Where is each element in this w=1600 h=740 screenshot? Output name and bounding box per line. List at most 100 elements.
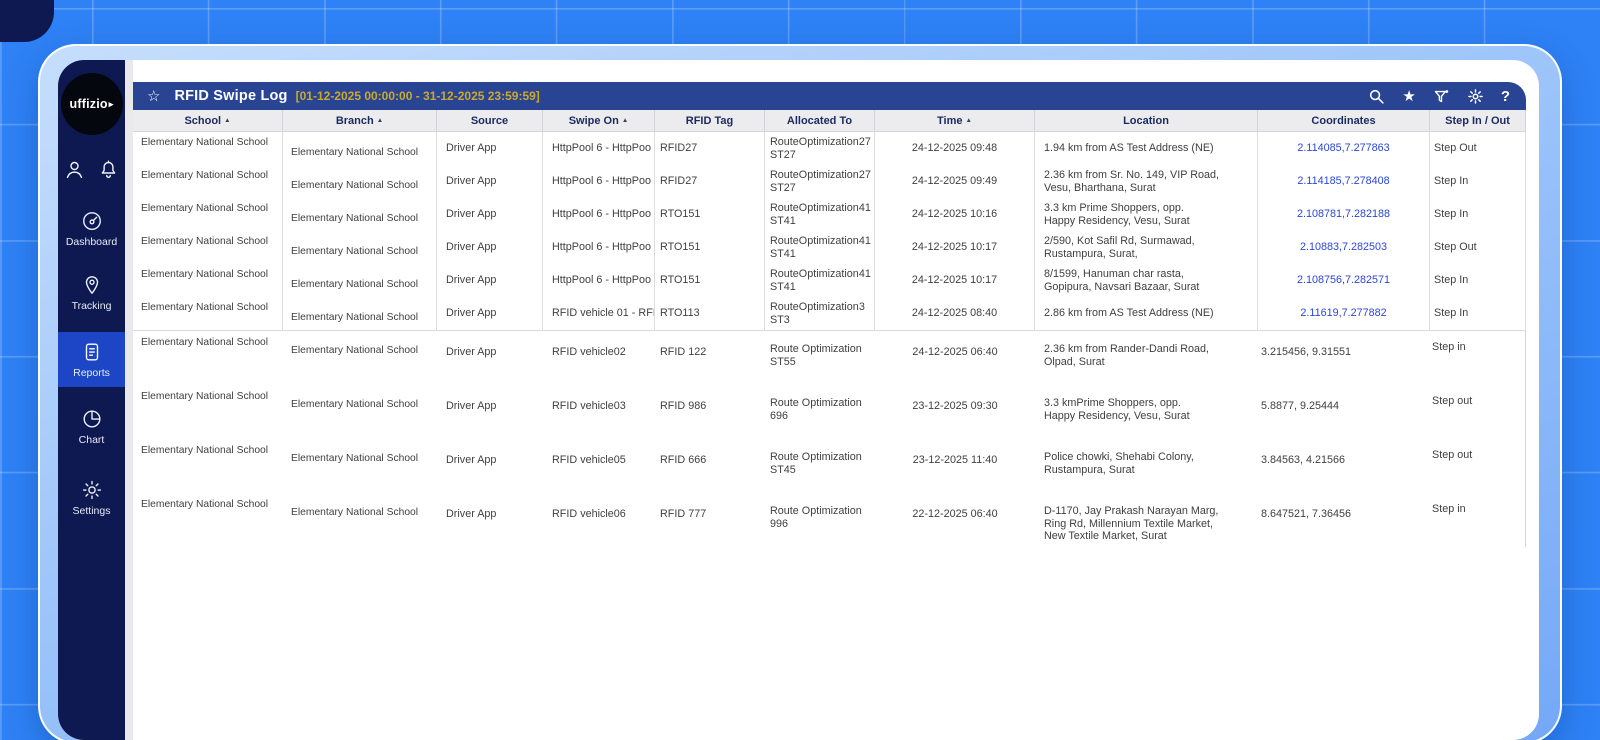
table-row: Elementary National School Elementary Na… bbox=[133, 264, 1526, 297]
cell-time: 24-12-2025 10:17 bbox=[875, 264, 1035, 297]
cell-step: Step out bbox=[1430, 439, 1526, 493]
sort-asc-icon: ▲ bbox=[376, 117, 384, 124]
cell-source: Driver App bbox=[437, 132, 543, 165]
app-header-bar: ☆ RFID Swipe Log [01-12-2025 00:00:00 - … bbox=[133, 82, 1526, 110]
cell-time: 23-12-2025 11:40 bbox=[912, 454, 998, 466]
cell-branch: Elementary National School bbox=[283, 264, 437, 297]
column-header-branch[interactable]: Branch ▲ bbox=[283, 110, 437, 131]
user-icon[interactable] bbox=[64, 159, 85, 180]
cell-location: Police chowki, Shehabi Colony, Rustampur… bbox=[1044, 451, 1194, 476]
bell-icon[interactable] bbox=[98, 159, 119, 180]
column-header-school[interactable]: School ▲ bbox=[133, 110, 283, 131]
settings-gear-icon bbox=[82, 480, 101, 500]
sidebar-item-tracking[interactable]: Tracking bbox=[58, 265, 125, 320]
cell-school: Elementary National School bbox=[133, 165, 283, 198]
sidebar-item-label: Dashboard bbox=[65, 236, 118, 248]
tracking-pin-icon bbox=[85, 276, 98, 294]
column-header-coordinates[interactable]: Coordinates bbox=[1258, 110, 1430, 131]
sort-asc-icon: ▲ bbox=[965, 117, 972, 124]
cell-location: 1.94 km from AS Test Address (NE) bbox=[1035, 132, 1258, 165]
column-header-rfid-tag[interactable]: RFID Tag bbox=[655, 110, 765, 131]
cell-swipe-on: RFID vehicle05 bbox=[552, 454, 626, 466]
table-row: Elementary National School Elementary Na… bbox=[133, 198, 1526, 231]
star-icon[interactable]: ★ bbox=[1402, 89, 1415, 104]
coordinates-link[interactable]: 2.108781,7.282188 bbox=[1297, 208, 1390, 221]
help-icon[interactable]: ? bbox=[1501, 89, 1510, 104]
cell-branch: Elementary National School bbox=[283, 198, 437, 231]
column-header-step-in-out[interactable]: Step In / Out bbox=[1430, 110, 1526, 131]
app-window-frame: uffizio ▸ Dashboard Tracking Reports Cha… bbox=[38, 44, 1562, 740]
cell-time: 24-12-2025 08:40 bbox=[875, 297, 1035, 330]
sort-asc-icon: ▲ bbox=[621, 117, 629, 124]
coordinates-link[interactable]: 2.10883,7.282503 bbox=[1300, 241, 1387, 254]
column-header-time[interactable]: Time ▲ bbox=[875, 110, 1035, 131]
coordinates-link[interactable]: 2.114185,7.278408 bbox=[1297, 175, 1389, 188]
coordinates-text: 5.8877, 9.25444 bbox=[1261, 400, 1340, 412]
date-range[interactable]: [01-12-2025 00:00:00 - 31-12-2025 23:59:… bbox=[296, 89, 540, 103]
table-header-row: School ▲ Branch ▲ Source Swipe On ▲ RFID Ta… bbox=[133, 110, 1526, 132]
cell-allocated-to: Route Optimization ST55 bbox=[770, 343, 862, 368]
background-window-corner bbox=[0, 0, 54, 42]
cell-allocated-to: RouteOptimization41 ST41 bbox=[765, 231, 875, 264]
table-row: Elementary National School Elementary Na… bbox=[133, 165, 1526, 198]
cell-school: Elementary National School bbox=[141, 391, 269, 402]
cell-school: Elementary National School bbox=[141, 445, 269, 456]
cell-rfid-tag: RFID27 bbox=[655, 165, 765, 198]
cell-swipe-on: HttpPool 6 - HttpPoo bbox=[543, 132, 655, 165]
vertical-scrollbar[interactable] bbox=[125, 60, 133, 740]
cell-allocated-to: RouteOptimization27 ST27 bbox=[765, 165, 875, 198]
app-window: uffizio ▸ Dashboard Tracking Reports Cha… bbox=[58, 60, 1539, 740]
cell-allocated-to: RouteOptimization3 ST3 bbox=[765, 297, 875, 330]
cell-school: Elementary National School bbox=[133, 132, 283, 165]
cell-swipe-on: RFID vehicle06 bbox=[552, 508, 626, 520]
column-header-allocated-to[interactable]: Allocated To bbox=[765, 110, 875, 131]
sidebar-nav: Dashboard Tracking Reports Chart Setting… bbox=[58, 192, 125, 525]
sidebar-item-dashboard[interactable]: Dashboard bbox=[58, 201, 125, 256]
column-header-location[interactable]: Location bbox=[1035, 110, 1258, 131]
cell-source: Driver App bbox=[446, 454, 497, 466]
column-header-swipe-on[interactable]: Swipe On ▲ bbox=[543, 110, 655, 131]
coordinates-link[interactable]: 2.11619,7.277882 bbox=[1300, 307, 1386, 320]
cell-step: Step In bbox=[1430, 198, 1526, 231]
cell-time: 24-12-2025 06:40 bbox=[912, 346, 998, 358]
cell-source: Driver App bbox=[446, 508, 497, 520]
cell-step: Step in bbox=[1430, 331, 1526, 385]
table-row: Elementary National School Elementary Na… bbox=[133, 439, 1526, 493]
search-icon[interactable] bbox=[1368, 88, 1385, 105]
sidebar-item-label: Reports bbox=[73, 367, 110, 379]
cell-source: Driver App bbox=[446, 400, 497, 412]
cell-time: 24-12-2025 10:16 bbox=[875, 198, 1035, 231]
cell-allocated-to: Route Optimization ST45 bbox=[770, 451, 862, 476]
cell-step: Step In bbox=[1430, 297, 1526, 330]
filter-icon[interactable] bbox=[1433, 88, 1450, 105]
coordinates-link[interactable]: 2.108756,7.282571 bbox=[1297, 274, 1390, 287]
table-row: Elementary National School Elementary Na… bbox=[133, 493, 1526, 547]
cell-location: 2.86 km from AS Test Address (NE) bbox=[1035, 297, 1258, 330]
cell-time: 22-12-2025 06:40 bbox=[912, 508, 998, 520]
cell-branch: Elementary National School bbox=[291, 507, 419, 518]
cell-source: Driver App bbox=[437, 297, 543, 330]
cell-swipe-on: HttpPool 6 - HttpPoo bbox=[543, 198, 655, 231]
cell-source: Driver App bbox=[437, 198, 543, 231]
cell-source: Driver App bbox=[437, 165, 543, 198]
gear-icon[interactable] bbox=[1467, 88, 1484, 105]
column-header-source[interactable]: Source bbox=[437, 110, 543, 131]
cell-allocated-to: Route Optimization 996 bbox=[770, 505, 862, 530]
sidebar: uffizio ▸ Dashboard Tracking Reports Cha… bbox=[58, 60, 125, 740]
cell-swipe-on: HttpPool 6 - HttpPoo bbox=[543, 264, 655, 297]
cell-time: 24-12-2025 09:48 bbox=[875, 132, 1035, 165]
sidebar-item-label: Settings bbox=[72, 505, 111, 517]
sidebar-item-settings[interactable]: Settings bbox=[58, 470, 125, 525]
coordinates-link[interactable]: 2.114085,7.277863 bbox=[1297, 142, 1389, 155]
sidebar-item-chart[interactable]: Chart bbox=[58, 399, 125, 454]
sidebar-item-reports[interactable]: Reports bbox=[58, 332, 125, 387]
sidebar-item-label: Tracking bbox=[71, 300, 112, 312]
cell-swipe-on: RFID vehicle 01 - RFI[ bbox=[543, 297, 655, 330]
cell-rfid-tag: RTO151 bbox=[655, 198, 765, 231]
cell-swipe-on: HttpPool 6 - HttpPoo bbox=[543, 165, 655, 198]
page-title: RFID Swipe Log bbox=[174, 88, 288, 104]
cell-rfid-tag: RFID 777 bbox=[660, 508, 707, 520]
cell-location: 2.36 km from Rander-Dandi Road, Olpad, S… bbox=[1044, 343, 1210, 368]
cell-branch: Elementary National School bbox=[283, 297, 437, 330]
favorite-star-icon[interactable]: ☆ bbox=[147, 89, 160, 104]
